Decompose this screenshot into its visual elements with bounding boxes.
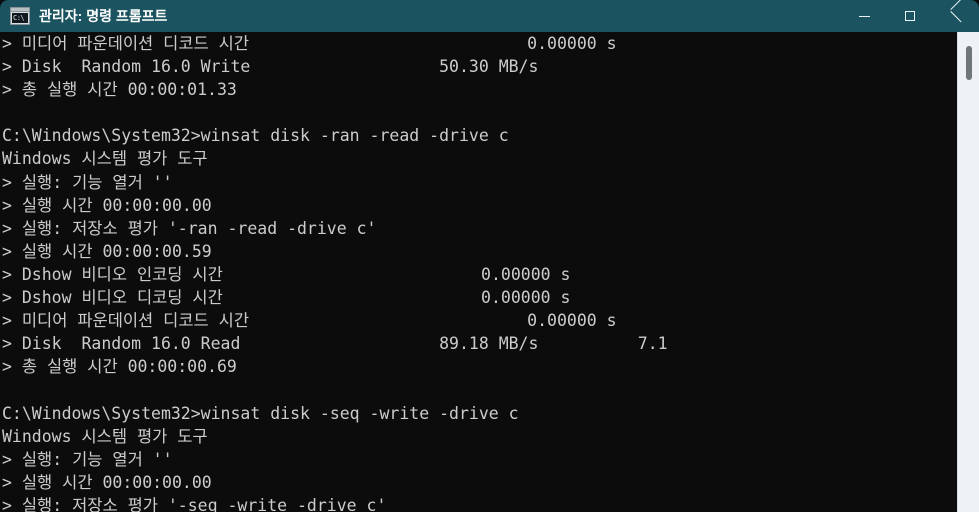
console-line: > 실행 시간 00:00:00.00: [2, 472, 212, 492]
console-line: > Dshow 비디오 인코딩 시간 0.00000 s: [2, 264, 571, 284]
close-button[interactable]: [933, 0, 979, 32]
console-icon-prompt: C:\: [12, 13, 28, 23]
console-line: > 실행: 저장소 평가 '-seq -write -drive c': [2, 495, 387, 512]
command-prompt-window: C:\ 관리자: 명령 프롬프트 > 미디어 파운데이션 디코드 시간 0.00…: [0, 0, 979, 512]
console-line: > 실행 시간 00:00:00.00: [2, 195, 212, 215]
title-bar[interactable]: C:\ 관리자: 명령 프롬프트: [0, 0, 979, 32]
close-icon: [950, 10, 962, 22]
minimize-icon: [858, 15, 870, 17]
console-line: > 총 실행 시간 00:00:01.33: [2, 80, 237, 100]
console-line: > 실행 시간 00:00:00.59: [2, 241, 212, 261]
terminal-output-area[interactable]: > 미디어 파운데이션 디코드 시간 0.00000 s > Disk Rando…: [0, 32, 957, 512]
console-line: > 실행: 기능 열거 '': [2, 172, 173, 192]
console-text: > 미디어 파운데이션 디코드 시간 0.00000 s > Disk Rando…: [2, 32, 668, 512]
minimize-button[interactable]: [841, 0, 887, 32]
console-line: > 미디어 파운데이션 디코드 시간 0.00000 s: [2, 34, 617, 53]
title-bar-left: C:\ 관리자: 명령 프롬프트: [0, 6, 841, 26]
console-icon-titlebar: [11, 8, 29, 12]
vertical-scrollbar[interactable]: [957, 32, 979, 512]
console-line: > 미디어 파운데이션 디코드 시간 0.00000 s: [2, 311, 617, 331]
console-line: C:\Windows\System32>winsat disk -seq -wr…: [2, 403, 519, 423]
maximize-button[interactable]: [887, 0, 933, 32]
window-title: 관리자: 명령 프롬프트: [39, 8, 168, 24]
maximize-icon: [905, 11, 915, 21]
console-line: Windows 시스템 평가 도구: [2, 426, 208, 446]
console-line: > 실행: 기능 열거 '': [2, 449, 173, 469]
console-window-icon: C:\: [10, 7, 30, 25]
scrollbar-thumb[interactable]: [966, 46, 972, 80]
console-line: > Dshow 비디오 디코딩 시간 0.00000 s: [2, 288, 571, 308]
console-line: > 총 실행 시간 00:00:00.69: [2, 357, 237, 377]
console-line: C:\Windows\System32>winsat disk -ran -re…: [2, 126, 509, 146]
console-line: > Disk Random 16.0 Read 89.18 MB/s 7.1: [2, 334, 668, 354]
console-line: > Disk Random 16.0 Write 50.30 MB/s: [2, 57, 539, 77]
console-line: Windows 시스템 평가 도구: [2, 149, 208, 169]
window-controls: [841, 0, 979, 32]
console-line: > 실행: 저장소 평가 '-ran -read -drive c': [2, 218, 377, 238]
